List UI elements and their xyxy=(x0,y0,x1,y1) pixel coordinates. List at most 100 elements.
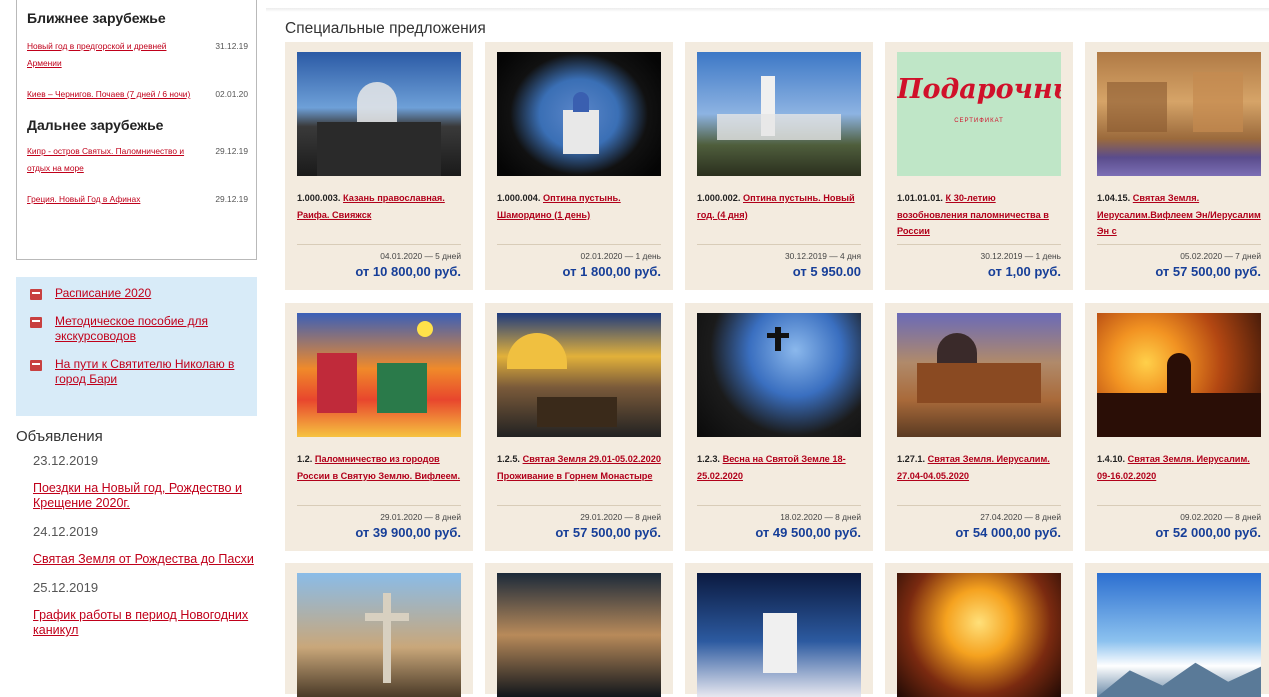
offer-description: 1.2. Паломничество из городов России в С… xyxy=(297,451,461,501)
card-divider xyxy=(697,505,861,506)
offer-description: 1.000.003. Казань православная. Раифа. С… xyxy=(297,190,461,240)
card-divider xyxy=(297,244,461,245)
offer-image[interactable] xyxy=(1097,573,1261,697)
offer-price: от 52 000,00 руб. xyxy=(1155,525,1261,540)
card-divider xyxy=(1097,244,1261,245)
doc-link-row: На пути к Святителю Николаю в город Бари xyxy=(30,357,249,387)
tour-row: Греция. Новый Год в Афинах 29.12.19 xyxy=(27,191,248,208)
offer-card: 1.4.10. Святая Земля. Иерусалим. 09-16.0… xyxy=(1085,303,1269,551)
card-divider xyxy=(897,244,1061,245)
offer-card xyxy=(285,563,473,697)
offer-image[interactable]: Подарочный СЕРТИФИКАТ xyxy=(897,52,1061,176)
card-divider xyxy=(297,505,461,506)
pdf-icon xyxy=(30,289,42,300)
offer-price: от 54 000,00 руб. xyxy=(955,525,1061,540)
offer-description: 1.04.15. Святая Земля. Иерусалим.Вифлеем… xyxy=(1097,190,1261,240)
offer-title-link[interactable]: Святая Земля 29.01-05.02.2020 Проживание… xyxy=(497,454,661,481)
offer-card: 1.000.003. Казань православная. Раифа. С… xyxy=(285,42,473,290)
offer-title-link[interactable]: Паломничество из городов России в Святую… xyxy=(297,454,460,481)
offer-card xyxy=(485,563,673,697)
tour-date: 29.12.19 xyxy=(215,194,248,204)
offer-price: от 57 500,00 руб. xyxy=(1155,264,1261,279)
offer-description: 1.000.004. Оптина пустынь. Шамордино (1 … xyxy=(497,190,661,240)
offer-card: 1.000.002. Оптина пустынь. Новый год. (4… xyxy=(685,42,873,290)
offer-image[interactable] xyxy=(497,573,661,697)
offer-description: 1.2.5. Святая Земля 29.01-05.02.2020 Про… xyxy=(497,451,661,501)
offer-dates: 30.12.2019 — 4 дня xyxy=(785,251,861,261)
doc-link-schedule[interactable]: Расписание 2020 xyxy=(55,286,151,301)
announcement-link[interactable]: Поездки на Новый год, Рождество и Крещен… xyxy=(33,481,258,511)
offer-card xyxy=(1085,563,1269,697)
offer-card: Подарочный СЕРТИФИКАТ 1.01.01.01. К 30-л… xyxy=(885,42,1073,290)
offer-code: 1.27.1. xyxy=(897,454,926,464)
offer-image[interactable] xyxy=(897,313,1061,437)
abroad-tours-box: Ближнее зарубежье Новый год в предгорско… xyxy=(16,0,257,260)
announcement-link[interactable]: График работы в период Новогодних канику… xyxy=(33,608,258,638)
tour-link[interactable]: Кипр - остров Святых. Паломничество и от… xyxy=(27,143,199,177)
doc-link-row: Методическое пособие для экскурсоводов xyxy=(30,314,249,344)
doc-link-bari[interactable]: На пути к Святителю Николаю в город Бари xyxy=(55,357,249,387)
offer-image[interactable] xyxy=(297,573,461,697)
offer-card xyxy=(685,563,873,697)
offer-image[interactable] xyxy=(1097,313,1261,437)
offer-card: 1.2.5. Святая Земля 29.01-05.02.2020 Про… xyxy=(485,303,673,551)
offer-image[interactable] xyxy=(497,52,661,176)
offer-card xyxy=(885,563,1073,697)
offer-code: 1.2.5. xyxy=(497,454,520,464)
card-divider xyxy=(497,244,661,245)
offer-dates: 04.01.2020 — 5 дней xyxy=(380,251,461,261)
offer-dates: 09.02.2020 — 8 дней xyxy=(1180,512,1261,522)
offer-price: от 39 900,00 руб. xyxy=(355,525,461,540)
pdf-icon xyxy=(30,317,42,328)
offer-image[interactable] xyxy=(697,313,861,437)
doc-link-row: Расписание 2020 xyxy=(30,286,249,301)
doc-link-guide-manual[interactable]: Методическое пособие для экскурсоводов xyxy=(55,314,249,344)
offer-image[interactable] xyxy=(1097,52,1261,176)
tour-date: 29.12.19 xyxy=(215,146,248,156)
certificate-title: Подарочный xyxy=(897,74,1061,105)
document-links-box: Расписание 2020 Методическое пособие для… xyxy=(16,277,257,416)
offer-description: 1.2.3. Весна на Святой Земле 18-25.02.20… xyxy=(697,451,861,501)
offer-image[interactable] xyxy=(297,313,461,437)
offers-grid: 1.000.003. Казань православная. Раифа. С… xyxy=(285,42,1269,697)
offer-dates: 05.02.2020 — 7 дней xyxy=(1180,251,1261,261)
offer-dates: 02.01.2020 — 1 день xyxy=(580,251,661,261)
offer-card: 1.27.1. Святая Земля. Иерусалим. 27.04-0… xyxy=(885,303,1073,551)
offer-code: 1.04.15. xyxy=(1097,193,1131,203)
card-divider xyxy=(497,505,661,506)
announcements-list: 23.12.2019 Поездки на Новый год, Рождест… xyxy=(33,453,258,651)
offer-image[interactable] xyxy=(897,573,1061,697)
announcement-link[interactable]: Святая Земля от Рождества до Пасхи xyxy=(33,552,258,567)
tour-date: 02.01.20 xyxy=(215,89,248,99)
offer-description: 1.01.01.01. К 30-летию возобновления пал… xyxy=(897,190,1061,240)
page-title: Специальные предложения xyxy=(285,20,486,37)
tour-link[interactable]: Греция. Новый Год в Афинах xyxy=(27,191,199,208)
tour-link[interactable]: Киев – Чернигов. Почаев (7 дней / 6 ночи… xyxy=(27,86,199,103)
offer-price: от 49 500,00 руб. xyxy=(755,525,861,540)
card-divider xyxy=(897,505,1061,506)
offer-image[interactable] xyxy=(697,573,861,697)
offer-title-link[interactable]: Весна на Святой Земле 18-25.02.2020 xyxy=(697,454,846,481)
announcement-date: 23.12.2019 xyxy=(33,453,99,468)
announcement-date: 24.12.2019 xyxy=(33,524,99,539)
far-abroad-heading: Дальнее зарубежье xyxy=(27,117,164,133)
offer-image[interactable] xyxy=(297,52,461,176)
offer-code: 1.000.004. xyxy=(497,193,541,203)
pdf-icon xyxy=(30,360,42,371)
certificate-subtitle: СЕРТИФИКАТ xyxy=(954,118,1004,124)
offer-card: 1.2.3. Весна на Святой Земле 18-25.02.20… xyxy=(685,303,873,551)
offer-image[interactable] xyxy=(697,52,861,176)
tour-date: 31.12.19 xyxy=(215,41,248,51)
offer-image[interactable] xyxy=(497,313,661,437)
offer-card: 1.04.15. Святая Земля. Иерусалим.Вифлеем… xyxy=(1085,42,1269,290)
offer-code: 1.000.002. xyxy=(697,193,741,203)
tour-link[interactable]: Новый год в предгорской и древней Армени… xyxy=(27,38,199,72)
tour-row: Новый год в предгорской и древней Армени… xyxy=(27,38,248,72)
near-abroad-heading: Ближнее зарубежье xyxy=(27,10,166,26)
offer-price: от 1 800,00 руб. xyxy=(562,264,661,279)
offer-code: 1.2.3. xyxy=(697,454,720,464)
offer-dates: 27.04.2020 — 8 дней xyxy=(980,512,1061,522)
top-divider xyxy=(266,8,1269,12)
offer-card: 1.000.004. Оптина пустынь. Шамордино (1 … xyxy=(485,42,673,290)
offer-dates: 30.12.2019 — 1 день xyxy=(980,251,1061,261)
